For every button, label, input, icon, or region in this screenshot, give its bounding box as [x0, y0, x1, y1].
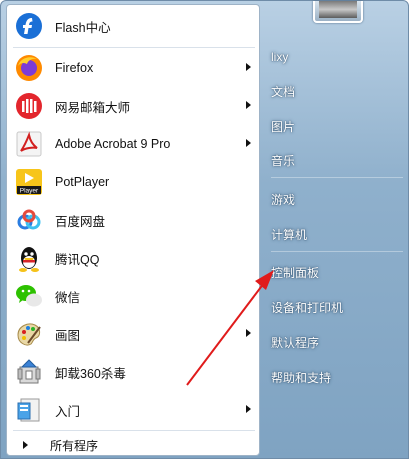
place-control-panel[interactable]: 控制面板: [271, 260, 403, 284]
place-devices-printers[interactable]: 设备和打印机: [271, 295, 403, 319]
expand-arrow-icon: [23, 441, 28, 449]
place-pictures[interactable]: 图片: [271, 114, 403, 138]
program-label: Adobe Acrobat 9 Pro: [55, 137, 171, 151]
program-item-firefox[interactable]: Firefox: [9, 50, 259, 86]
program-label: 腾讯QQ: [55, 252, 100, 267]
place-computer[interactable]: 计算机: [271, 222, 403, 246]
all-programs-label: 所有程序: [50, 438, 99, 453]
program-label: 百度网盘: [55, 214, 106, 229]
places-pane: lixy 文档 图片 音乐 游戏 计算机 控制面板 设备和打印机 默认程序 帮助…: [263, 1, 409, 459]
program-label: Flash中心: [55, 20, 111, 35]
user-avatar[interactable]: [313, 1, 363, 23]
uninstall-360-icon: [13, 356, 45, 388]
program-item-baidu-netdisk[interactable]: 百度网盘: [9, 202, 259, 238]
place-music[interactable]: 音乐: [271, 148, 403, 172]
submenu-arrow-icon: [246, 405, 251, 413]
place-documents[interactable]: 文档: [271, 79, 403, 103]
program-label: 微信: [55, 290, 81, 305]
program-item-uninstall-360[interactable]: 卸载360杀毒: [9, 354, 259, 390]
program-label: 画图: [55, 328, 81, 343]
program-label: Firefox: [55, 61, 94, 75]
program-item-potplayer[interactable]: Player PotPlayer: [9, 164, 259, 200]
netease-mail-icon: [13, 90, 45, 122]
program-item-wechat[interactable]: 微信: [9, 278, 259, 314]
potplayer-icon: Player: [13, 166, 45, 198]
acrobat-icon: [13, 128, 45, 160]
program-label: 网易邮箱大师: [55, 100, 131, 115]
program-label: 入门: [55, 404, 81, 419]
submenu-arrow-icon: [246, 63, 251, 71]
place-help-support[interactable]: 帮助和支持: [271, 365, 403, 389]
program-label: PotPlayer: [55, 175, 110, 189]
place-default-programs[interactable]: 默认程序: [271, 330, 403, 354]
separator: [13, 430, 255, 431]
program-item-flash[interactable]: Flash中心: [9, 8, 259, 44]
user-picture: [319, 1, 357, 18]
paint-icon: [13, 318, 45, 350]
program-item-netease-mail[interactable]: 网易邮箱大师: [9, 88, 259, 124]
program-item-getting-started[interactable]: 入门: [9, 392, 259, 428]
place-games[interactable]: 游戏: [271, 187, 403, 211]
firefox-icon: [13, 52, 45, 84]
getting-started-icon: [13, 394, 45, 426]
submenu-arrow-icon: [246, 329, 251, 337]
programs-pane: Flash中心 Firefox 网易邮箱大师 Adobe Acrobat 9 P…: [6, 4, 260, 456]
submenu-arrow-icon: [246, 139, 251, 147]
program-item-qq[interactable]: 腾讯QQ: [9, 240, 259, 276]
all-programs-button[interactable]: 所有程序: [9, 433, 259, 455]
submenu-arrow-icon: [246, 101, 251, 109]
separator: [271, 251, 403, 252]
program-item-paint[interactable]: 画图: [9, 316, 259, 352]
flash-icon: [13, 10, 45, 42]
potplayer-icon-text: Player: [20, 188, 39, 195]
program-label: 卸载360杀毒: [55, 366, 126, 381]
separator: [13, 47, 255, 48]
separator: [271, 177, 403, 178]
program-item-acrobat[interactable]: Adobe Acrobat 9 Pro: [9, 126, 259, 162]
baidu-netdisk-icon: [13, 204, 45, 236]
qq-icon: [13, 242, 45, 274]
place-user-folder[interactable]: lixy: [271, 45, 403, 69]
start-menu: Flash中心 Firefox 网易邮箱大师 Adobe Acrobat 9 P…: [0, 0, 409, 459]
wechat-icon: [13, 280, 45, 312]
